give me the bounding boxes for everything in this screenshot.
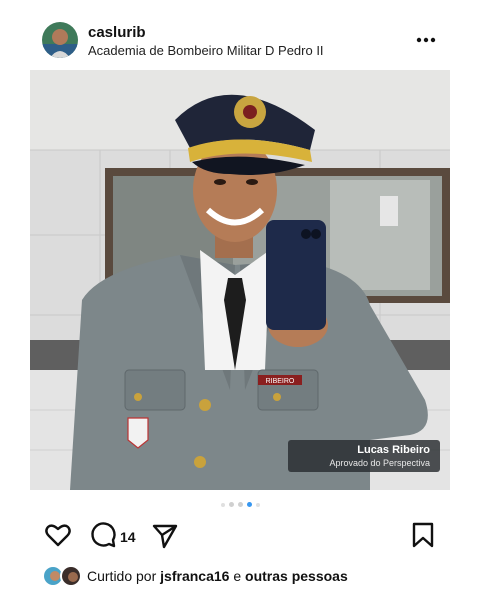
photo-illustration: RIBEIRO bbox=[30, 70, 450, 490]
carousel-dot bbox=[255, 503, 260, 507]
likes-summary[interactable]: Curtido por jsfranca16 e outras pessoas bbox=[0, 564, 480, 590]
liker-avatar bbox=[60, 565, 82, 587]
comment-count: 14 bbox=[120, 529, 136, 545]
likes-conj: e bbox=[233, 568, 242, 584]
likes-text: Curtido por jsfranca16 e outras pessoas bbox=[87, 568, 348, 584]
avatar[interactable] bbox=[42, 22, 78, 58]
carousel-dot-active bbox=[246, 502, 252, 507]
post-location[interactable]: Academia de Bombeiro Militar D Pedro II bbox=[88, 43, 324, 58]
carousel-dot bbox=[228, 502, 234, 507]
likes-others[interactable]: outras pessoas bbox=[245, 568, 348, 584]
post-header: caslurib Academia de Bombeiro Militar D … bbox=[0, 0, 480, 70]
carousel-dot bbox=[220, 503, 225, 507]
photo-caption-overlay: Lucas Ribeiro Aprovado do Perspectiva bbox=[288, 440, 440, 472]
overlay-name: Lucas Ribeiro bbox=[357, 444, 430, 456]
post-photo[interactable]: RIBEIRO Lucas Ribeiro Aprovado do Perspe… bbox=[30, 70, 450, 490]
send-icon[interactable] bbox=[150, 520, 180, 550]
uniform-nametag: RIBEIRO bbox=[266, 378, 295, 385]
more-options-icon[interactable] bbox=[410, 30, 442, 50]
bookmark-icon[interactable] bbox=[408, 520, 438, 550]
liker-username[interactable]: jsfranca16 bbox=[160, 568, 229, 584]
username[interactable]: caslurib bbox=[88, 24, 146, 41]
overlay-subtitle: Aprovado do Perspectiva bbox=[329, 458, 430, 468]
carousel-dot bbox=[237, 502, 243, 507]
carousel-indicator bbox=[0, 502, 480, 507]
heart-icon[interactable] bbox=[43, 520, 73, 550]
comment-icon[interactable] bbox=[88, 520, 118, 550]
likes-prefix: Curtido por bbox=[87, 568, 157, 584]
action-bar: 14 bbox=[0, 520, 480, 556]
